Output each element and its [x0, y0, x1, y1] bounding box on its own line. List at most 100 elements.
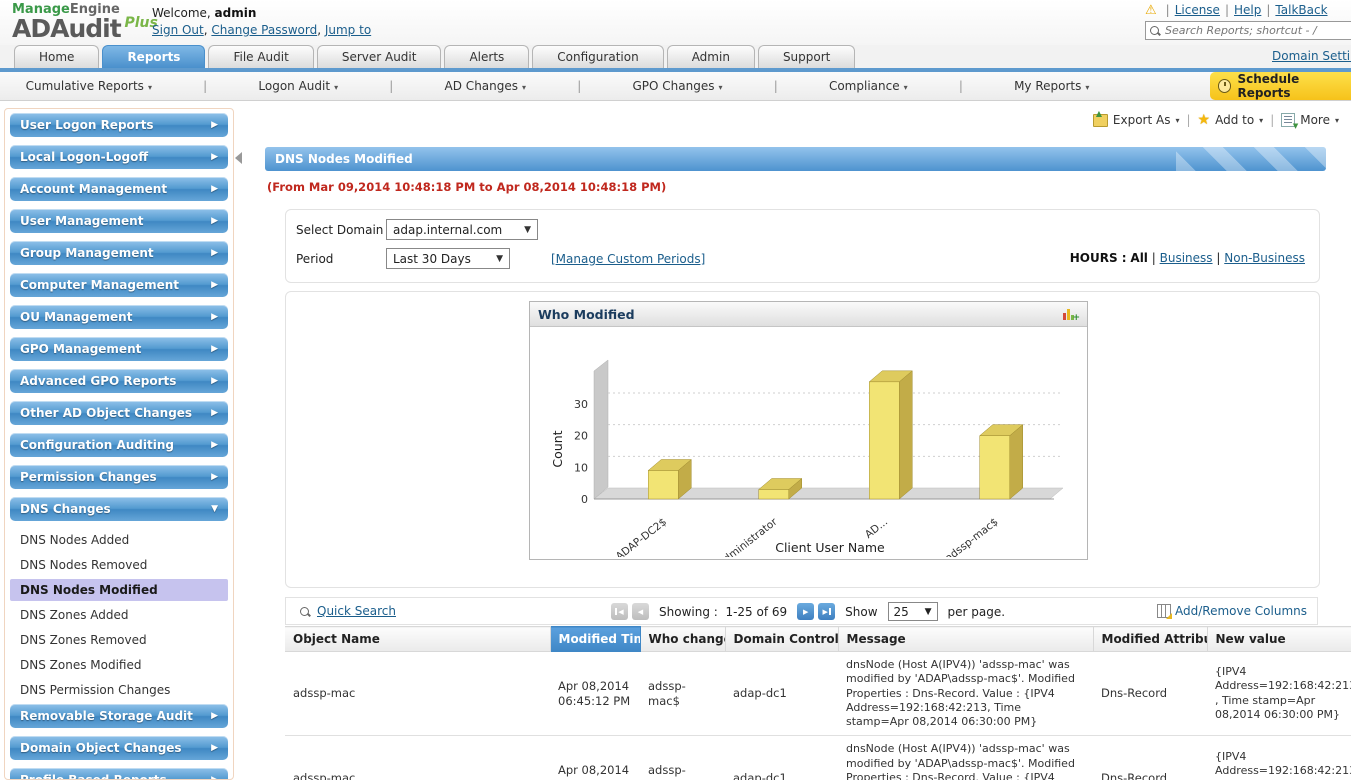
sidebar-subitem-dns-zones-removed[interactable]: DNS Zones Removed: [10, 629, 228, 651]
quick-search[interactable]: Quick Search: [300, 604, 396, 618]
sidebar-item-removable-storage-audit[interactable]: Removable Storage Audit▶: [10, 704, 228, 728]
link-sign-out[interactable]: Sign Out: [152, 23, 204, 37]
column-header-label: Who changed: [649, 632, 726, 646]
cell-new-value: {IPV4 Address=192:168:42:213, Time stamp…: [1207, 652, 1351, 736]
tab-server-audit[interactable]: Server Audit: [317, 45, 442, 68]
sidebar-item-account-management[interactable]: Account Management▶: [10, 177, 228, 201]
chart-type-icon[interactable]: [1063, 308, 1079, 320]
period-select[interactable]: Last 30 Days ▼: [386, 248, 510, 269]
tab-home[interactable]: Home: [14, 45, 99, 68]
table-row[interactable]: adssp-macApr 08,2014 06:45:12 PMadssp-ma…: [285, 736, 1351, 780]
add-to-button[interactable]: ★ Add to ▾: [1198, 112, 1264, 128]
last-page-button[interactable]: ▶: [818, 603, 835, 620]
search-icon: [300, 607, 309, 616]
warning-icon[interactable]: ⚠: [1145, 3, 1157, 18]
column-header-domain-controller[interactable]: Domain Controller: [725, 627, 838, 652]
link-talkback[interactable]: TalkBack: [1275, 3, 1327, 17]
hours-all: All: [1130, 251, 1148, 265]
subnav-item-ad-changes[interactable]: AD Changes▾: [445, 79, 526, 93]
sidebar-item-permission-changes[interactable]: Permission Changes▶: [10, 465, 228, 489]
column-header-who-changed[interactable]: Who changed: [640, 627, 725, 652]
filter-panel: Select Domain adap.internal.com ▼ Period…: [285, 209, 1320, 283]
sidebar-item-group-management[interactable]: Group Management▶: [10, 241, 228, 265]
cell-who-changed: adssp-mac$: [640, 736, 725, 780]
subnav-items: Cumulative Reports▾|Logon Audit▾|AD Chan…: [0, 72, 1115, 100]
table-row[interactable]: adssp-macApr 08,2014 06:45:12 PMadssp-ma…: [285, 652, 1351, 736]
subnav-item-my-reports[interactable]: My Reports▾: [1014, 79, 1089, 93]
more-button[interactable]: More ▾: [1281, 113, 1339, 127]
tab-support[interactable]: Support: [758, 45, 855, 68]
hours-business-link[interactable]: Business: [1160, 251, 1213, 265]
column-header-message[interactable]: Message: [838, 627, 1093, 652]
sidebar-subitem-dns-nodes-modified[interactable]: DNS Nodes Modified: [10, 579, 228, 601]
add-remove-columns-button[interactable]: Add/Remove Columns: [1157, 604, 1307, 618]
tab-alerts[interactable]: Alerts: [444, 45, 529, 68]
column-header-modified-attributes[interactable]: Modified Attributes: [1093, 627, 1207, 652]
sidebar-subitem-dns-zones-added[interactable]: DNS Zones Added: [10, 604, 228, 626]
tab-configuration[interactable]: Configuration: [532, 45, 663, 68]
hours-non-business-link[interactable]: Non-Business: [1224, 251, 1305, 265]
domain-select[interactable]: adap.internal.com ▼: [386, 219, 538, 240]
svg-text:adssp-mac$: adssp-mac$: [943, 516, 1001, 557]
report-title-bar: DNS Nodes Modified: [265, 147, 1326, 171]
chevron-right-icon: ▶: [211, 408, 218, 418]
more-icon: [1281, 113, 1295, 127]
subnav-item-cumulative-reports[interactable]: Cumulative Reports▾: [26, 79, 152, 93]
sidebar-item-local-logon-logoff[interactable]: Local Logon-Logoff▶: [10, 145, 228, 169]
subnav-item-compliance[interactable]: Compliance▾: [829, 79, 908, 93]
sidebar-subitem-dns-nodes-removed[interactable]: DNS Nodes Removed: [10, 554, 228, 576]
column-header-object-name[interactable]: Object Name: [285, 627, 550, 652]
link-help[interactable]: Help: [1234, 3, 1261, 17]
sidebar-item-domain-object-changes[interactable]: Domain Object Changes▶: [10, 736, 228, 760]
top-links: ⚠|License|Help|TalkBack: [1145, 3, 1351, 18]
sidebar-item-configuration-auditing[interactable]: Configuration Auditing▶: [10, 433, 228, 457]
link-license[interactable]: License: [1175, 3, 1220, 17]
sidebar-subitem-dns-nodes-added[interactable]: DNS Nodes Added: [10, 529, 228, 551]
chevron-down-icon: ▾: [522, 83, 526, 92]
subnav: Cumulative Reports▾|Logon Audit▾|AD Chan…: [0, 72, 1351, 101]
sidebar-item-label: Local Logon-Logoff: [20, 150, 148, 164]
sidebar-item-label: Other AD Object Changes: [20, 406, 192, 420]
tab-file-audit[interactable]: File Audit: [208, 45, 313, 68]
first-page-button[interactable]: ◀: [611, 603, 628, 620]
sidebar-item-dns-changes[interactable]: DNS Changes▼: [10, 497, 228, 521]
sidebar-item-user-logon-reports[interactable]: User Logon Reports▶: [10, 113, 228, 137]
cell-message: dnsNode (Host A(IPV4)) 'adssp-mac' was m…: [838, 652, 1093, 736]
report-table: Object NameModified Time▾ Who changed Doma…: [285, 626, 1351, 780]
column-header-new-value[interactable]: New value: [1207, 627, 1351, 652]
sidebar-item-ou-management[interactable]: OU Management▶: [10, 305, 228, 329]
sidebar-item-label: Removable Storage Audit: [20, 709, 193, 723]
link-jump-to[interactable]: Jump to: [325, 23, 371, 37]
tab-reports[interactable]: Reports: [102, 45, 205, 68]
column-header-modified-time[interactable]: Modified Time▾: [550, 627, 640, 652]
sidebar-item-user-management[interactable]: User Management▶: [10, 209, 228, 233]
column-header-label: Domain Controller: [734, 632, 839, 646]
sidebar-item-computer-management[interactable]: Computer Management▶: [10, 273, 228, 297]
export-as-button[interactable]: Export As ▾: [1093, 113, 1180, 127]
cell-modified-attributes: Dns-Record: [1093, 736, 1207, 780]
quick-search-link[interactable]: Quick Search: [317, 604, 396, 618]
domain-settings-link[interactable]: Domain Settings: [1272, 49, 1351, 63]
page-size-select[interactable]: 25 ▼: [888, 602, 938, 621]
sidebar-item-gpo-management[interactable]: GPO Management▶: [10, 337, 228, 361]
sidebar-item-other-ad-object-changes[interactable]: Other AD Object Changes ▶: [10, 401, 228, 425]
sidebar-item-profile-based-reports[interactable]: Profile Based Reports▶: [10, 768, 228, 780]
sidebar-subitem-dns-zones-modified[interactable]: DNS Zones Modified: [10, 654, 228, 676]
chevron-right-icon: ▶: [211, 376, 218, 386]
sidebar-subitem-dns-permission-changes[interactable]: DNS Permission Changes: [10, 679, 228, 701]
chevron-right-icon: ▶: [211, 344, 218, 354]
link-change-password[interactable]: Change Password: [211, 23, 317, 37]
next-page-button[interactable]: ▶: [797, 603, 814, 620]
schedule-reports-button[interactable]: Schedule Reports: [1210, 72, 1351, 100]
prev-page-button[interactable]: ◀: [632, 603, 649, 620]
manage-custom-periods-link[interactable]: [Manage Custom Periods]: [551, 252, 705, 266]
subnav-item-gpo-changes[interactable]: GPO Changes▾: [632, 79, 722, 93]
subnav-item-logon-audit[interactable]: Logon Audit▾: [258, 79, 338, 93]
search-box[interactable]: [1145, 21, 1351, 40]
star-icon: ★: [1198, 112, 1211, 128]
sidebar-item-advanced-gpo-reports[interactable]: Advanced GPO Reports▶: [10, 369, 228, 393]
chevron-right-icon: ▶: [211, 184, 218, 194]
sidebar-collapse-icon[interactable]: [235, 152, 242, 164]
search-input[interactable]: [1163, 23, 1351, 38]
tab-admin[interactable]: Admin: [667, 45, 755, 68]
